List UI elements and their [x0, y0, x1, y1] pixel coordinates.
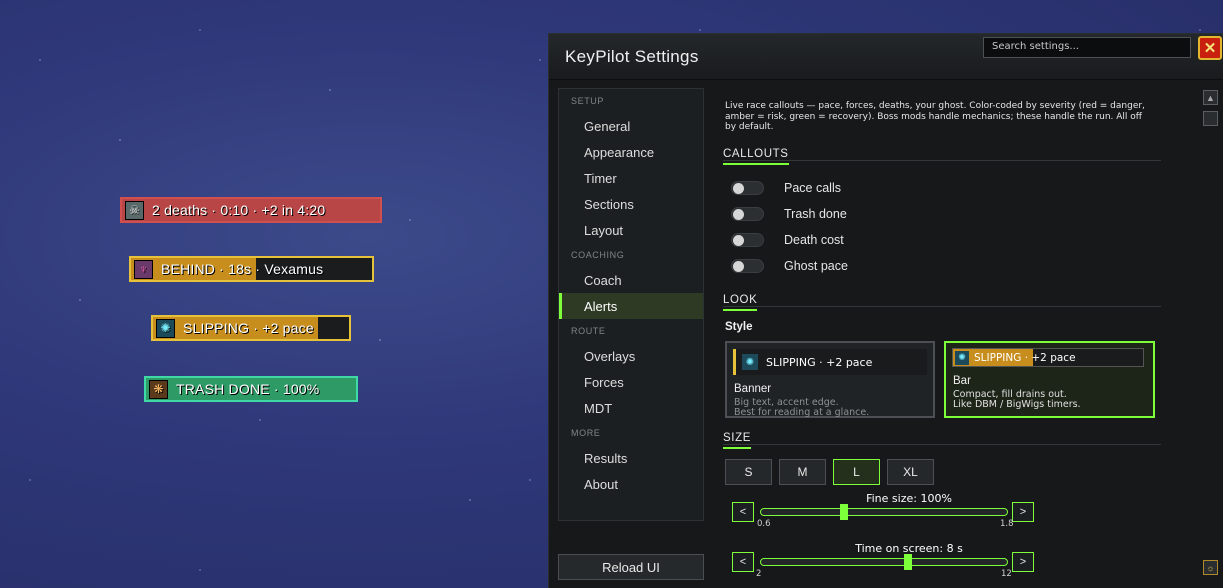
time-increase-button[interactable]: >	[1012, 552, 1034, 572]
skull-icon: ☠	[125, 200, 144, 220]
paw-icon: ❋	[149, 379, 168, 399]
toggle-trash-done[interactable]: Trash done	[731, 204, 847, 224]
window-title: KeyPilot Settings	[565, 46, 699, 66]
toggle-ghost-pace[interactable]: Ghost pace	[731, 256, 848, 276]
close-button[interactable]: ✕	[1198, 36, 1222, 60]
alert-text: BEHIND · 18s · Vexamus	[161, 261, 324, 277]
style-card-title: Banner	[734, 383, 772, 395]
sidebar-item-about[interactable]: About	[559, 471, 703, 497]
divider	[723, 444, 1161, 445]
settings-panel: KeyPilot Settings Search settings... ✕ S…	[548, 33, 1223, 588]
intro-text: Live race callouts — pace, forces, death…	[725, 101, 1145, 132]
size-button-m[interactable]: M	[779, 459, 826, 485]
fine-size-slider[interactable]	[760, 504, 1008, 520]
scroll-thumb[interactable]	[1203, 111, 1218, 126]
sidebar-item-layout[interactable]: Layout	[559, 217, 703, 243]
alert-text: SLIPPING · +2 pace	[183, 320, 314, 336]
banner-preview: ✺ SLIPPING · +2 pace	[733, 349, 927, 375]
reload-ui-button[interactable]: Reload UI	[558, 554, 704, 580]
toggle-label: Ghost pace	[784, 259, 848, 273]
alert-preview-trash[interactable]: ❋ TRASH DONE · 100%	[144, 376, 358, 402]
alert-preview-deaths[interactable]: ☠ 2 deaths · 0:10 · +2 in 4:20	[120, 197, 382, 223]
slider-thumb[interactable]	[840, 504, 848, 520]
rune-icon: ✺	[955, 350, 969, 365]
boss-portrait-icon: ♆	[134, 259, 153, 279]
rune-icon: ✺	[742, 354, 758, 370]
nav-section-setup: SETUP	[571, 96, 605, 106]
sidebar-item-general[interactable]: General	[559, 113, 703, 139]
sidebar-item-coach[interactable]: Coach	[559, 267, 703, 293]
sidebar-nav: SETUP General Appearance Timer Sections …	[558, 88, 704, 521]
callouts-header: CALLOUTS	[723, 144, 789, 165]
alert-preview-behind[interactable]: ♆ BEHIND · 18s · Vexamus	[129, 256, 374, 282]
rune-icon: ✺	[156, 318, 175, 338]
look-header: LOOK	[723, 290, 758, 311]
sidebar-item-sections[interactable]: Sections	[559, 191, 703, 217]
sidebar-item-timer[interactable]: Timer	[559, 165, 703, 191]
style-card-bar[interactable]: ✺ SLIPPING · +2 pace Bar Compact, fill d…	[944, 341, 1155, 418]
sidebar-item-forces[interactable]: Forces	[559, 369, 703, 395]
callouts-header-label: CALLOUTS	[723, 148, 789, 165]
fine-size-decrease-button[interactable]: <	[732, 502, 754, 522]
resize-grip-icon[interactable]: ☼	[1203, 560, 1218, 575]
sidebar-item-results[interactable]: Results	[559, 445, 703, 471]
toggle-switch[interactable]	[731, 259, 764, 273]
nav-section-coaching: COACHING	[571, 250, 625, 260]
sidebar-item-alerts[interactable]: Alerts	[559, 293, 703, 319]
toggle-switch[interactable]	[731, 181, 764, 195]
sidebar-item-overlays[interactable]: Overlays	[559, 343, 703, 369]
toggle-switch[interactable]	[731, 207, 764, 221]
bar-preview: ✺ SLIPPING · +2 pace	[952, 348, 1144, 367]
sidebar-item-appearance[interactable]: Appearance	[559, 139, 703, 165]
sidebar-item-mdt[interactable]: MDT	[559, 395, 703, 421]
scroll-up-icon[interactable]: ▲	[1203, 90, 1218, 105]
nav-section-route: ROUTE	[571, 326, 606, 336]
toggle-label: Death cost	[784, 233, 844, 247]
style-card-title: Bar	[953, 375, 971, 387]
style-card-banner[interactable]: ✺ SLIPPING · +2 pace Banner Big text, ac…	[725, 341, 935, 418]
slider-max-label: 1.8	[1000, 519, 1014, 529]
size-button-group: S M L XL	[725, 459, 965, 485]
nav-section-more: MORE	[571, 428, 601, 438]
toggle-death-cost[interactable]: Death cost	[731, 230, 844, 250]
time-decrease-button[interactable]: <	[732, 552, 754, 572]
toggle-pace-calls[interactable]: Pace calls	[731, 178, 841, 198]
slider-min-label: 0.6	[757, 519, 771, 529]
size-button-s[interactable]: S	[725, 459, 772, 485]
toggle-label: Trash done	[784, 207, 847, 221]
size-header-label: SIZE	[723, 432, 751, 449]
divider	[723, 160, 1161, 161]
alert-text: TRASH DONE · 100%	[176, 381, 320, 397]
slider-min-label: 2	[756, 569, 762, 579]
size-button-xl[interactable]: XL	[887, 459, 934, 485]
time-on-screen-slider[interactable]	[760, 554, 1008, 570]
style-card-desc: Best for reading at a glance.	[734, 407, 870, 418]
look-header-label: LOOK	[723, 294, 758, 311]
fine-size-increase-button[interactable]: >	[1012, 502, 1034, 522]
bar-preview-text: SLIPPING · +2 pace	[974, 351, 1076, 364]
banner-preview-text: SLIPPING · +2 pace	[766, 355, 873, 369]
style-label: Style	[725, 321, 753, 333]
toggle-switch[interactable]	[731, 233, 764, 247]
slider-thumb[interactable]	[904, 554, 912, 570]
alert-preview-slipping[interactable]: ✺ SLIPPING · +2 pace	[151, 315, 351, 341]
size-button-l[interactable]: L	[833, 459, 880, 485]
style-card-desc: Like DBM / BigWigs timers.	[953, 399, 1081, 410]
slider-max-label: 12	[1001, 569, 1012, 579]
search-input[interactable]: Search settings...	[983, 37, 1191, 58]
alert-text: 2 deaths · 0:10 · +2 in 4:20	[152, 202, 326, 218]
size-header: SIZE	[723, 428, 751, 449]
divider	[723, 306, 1161, 307]
toggle-label: Pace calls	[784, 181, 841, 195]
